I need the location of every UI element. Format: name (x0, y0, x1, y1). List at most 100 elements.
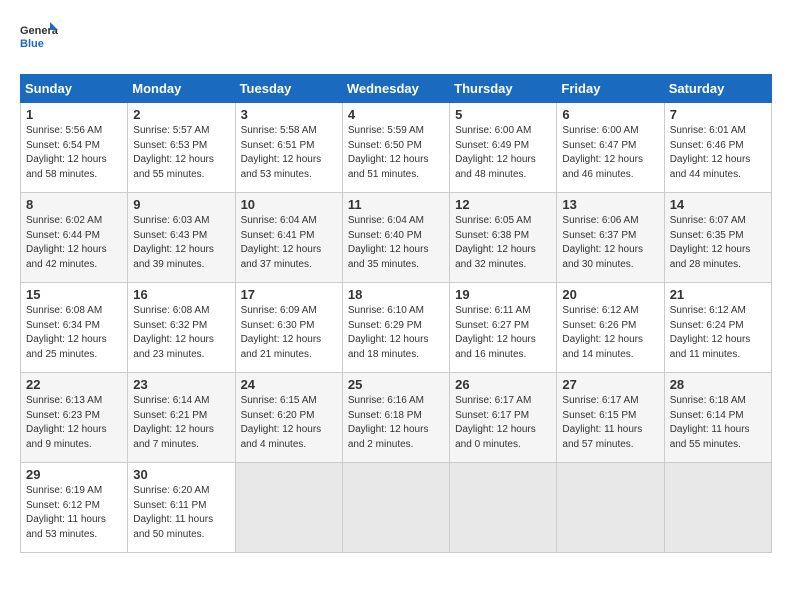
cell-content: Sunrise: 5:57 AMSunset: 6:53 PMDaylight:… (133, 124, 229, 182)
calendar-cell: 14 Sunrise: 6:07 AMSunset: 6:35 PMDaylig… (664, 193, 771, 283)
day-number: 19 (455, 287, 551, 302)
col-header-thursday: Thursday (450, 75, 557, 103)
day-number: 22 (26, 377, 122, 392)
day-number: 3 (241, 107, 337, 122)
day-number: 25 (348, 377, 444, 392)
cell-content: Sunrise: 5:56 AMSunset: 6:54 PMDaylight:… (26, 124, 122, 182)
calendar-week-5: 29 Sunrise: 6:19 AMSunset: 6:12 PMDaylig… (21, 463, 772, 553)
day-number: 16 (133, 287, 229, 302)
col-header-saturday: Saturday (664, 75, 771, 103)
cell-content: Sunrise: 6:17 AMSunset: 6:17 PMDaylight:… (455, 394, 551, 452)
cell-content: Sunrise: 6:20 AMSunset: 6:11 PMDaylight:… (133, 484, 229, 542)
calendar-cell: 2 Sunrise: 5:57 AMSunset: 6:53 PMDayligh… (128, 103, 235, 193)
calendar-table: SundayMondayTuesdayWednesdayThursdayFrid… (20, 74, 772, 553)
calendar-cell: 23 Sunrise: 6:14 AMSunset: 6:21 PMDaylig… (128, 373, 235, 463)
cell-content: Sunrise: 6:18 AMSunset: 6:14 PMDaylight:… (670, 394, 766, 452)
cell-content: Sunrise: 6:03 AMSunset: 6:43 PMDaylight:… (133, 214, 229, 272)
logo-svg: General Blue (20, 20, 58, 58)
day-number: 21 (670, 287, 766, 302)
day-number: 7 (670, 107, 766, 122)
calendar-cell: 3 Sunrise: 5:58 AMSunset: 6:51 PMDayligh… (235, 103, 342, 193)
calendar-cell: 13 Sunrise: 6:06 AMSunset: 6:37 PMDaylig… (557, 193, 664, 283)
col-header-wednesday: Wednesday (342, 75, 449, 103)
calendar-cell: 24 Sunrise: 6:15 AMSunset: 6:20 PMDaylig… (235, 373, 342, 463)
calendar-cell (235, 463, 342, 553)
col-header-sunday: Sunday (21, 75, 128, 103)
day-number: 17 (241, 287, 337, 302)
day-number: 18 (348, 287, 444, 302)
cell-content: Sunrise: 5:59 AMSunset: 6:50 PMDaylight:… (348, 124, 444, 182)
cell-content: Sunrise: 6:04 AMSunset: 6:40 PMDaylight:… (348, 214, 444, 272)
cell-content: Sunrise: 6:16 AMSunset: 6:18 PMDaylight:… (348, 394, 444, 452)
cell-content: Sunrise: 6:10 AMSunset: 6:29 PMDaylight:… (348, 304, 444, 362)
day-number: 5 (455, 107, 551, 122)
day-number: 11 (348, 197, 444, 212)
calendar-cell: 12 Sunrise: 6:05 AMSunset: 6:38 PMDaylig… (450, 193, 557, 283)
calendar-cell: 26 Sunrise: 6:17 AMSunset: 6:17 PMDaylig… (450, 373, 557, 463)
calendar-cell: 18 Sunrise: 6:10 AMSunset: 6:29 PMDaylig… (342, 283, 449, 373)
calendar-cell: 21 Sunrise: 6:12 AMSunset: 6:24 PMDaylig… (664, 283, 771, 373)
cell-content: Sunrise: 6:06 AMSunset: 6:37 PMDaylight:… (562, 214, 658, 272)
cell-content: Sunrise: 6:08 AMSunset: 6:32 PMDaylight:… (133, 304, 229, 362)
page-header: General Blue (20, 20, 772, 58)
day-number: 15 (26, 287, 122, 302)
cell-content: Sunrise: 6:12 AMSunset: 6:24 PMDaylight:… (670, 304, 766, 362)
cell-content: Sunrise: 6:15 AMSunset: 6:20 PMDaylight:… (241, 394, 337, 452)
col-header-friday: Friday (557, 75, 664, 103)
cell-content: Sunrise: 6:11 AMSunset: 6:27 PMDaylight:… (455, 304, 551, 362)
day-number: 30 (133, 467, 229, 482)
cell-content: Sunrise: 6:07 AMSunset: 6:35 PMDaylight:… (670, 214, 766, 272)
calendar-cell: 30 Sunrise: 6:20 AMSunset: 6:11 PMDaylig… (128, 463, 235, 553)
day-number: 28 (670, 377, 766, 392)
day-number: 10 (241, 197, 337, 212)
calendar-cell: 11 Sunrise: 6:04 AMSunset: 6:40 PMDaylig… (342, 193, 449, 283)
calendar-cell: 16 Sunrise: 6:08 AMSunset: 6:32 PMDaylig… (128, 283, 235, 373)
cell-content: Sunrise: 6:04 AMSunset: 6:41 PMDaylight:… (241, 214, 337, 272)
calendar-cell: 8 Sunrise: 6:02 AMSunset: 6:44 PMDayligh… (21, 193, 128, 283)
cell-content: Sunrise: 6:17 AMSunset: 6:15 PMDaylight:… (562, 394, 658, 452)
calendar-cell: 27 Sunrise: 6:17 AMSunset: 6:15 PMDaylig… (557, 373, 664, 463)
cell-content: Sunrise: 6:14 AMSunset: 6:21 PMDaylight:… (133, 394, 229, 452)
calendar-week-4: 22 Sunrise: 6:13 AMSunset: 6:23 PMDaylig… (21, 373, 772, 463)
day-number: 6 (562, 107, 658, 122)
calendar-cell: 29 Sunrise: 6:19 AMSunset: 6:12 PMDaylig… (21, 463, 128, 553)
calendar-cell: 25 Sunrise: 6:16 AMSunset: 6:18 PMDaylig… (342, 373, 449, 463)
calendar-cell: 22 Sunrise: 6:13 AMSunset: 6:23 PMDaylig… (21, 373, 128, 463)
cell-content: Sunrise: 6:01 AMSunset: 6:46 PMDaylight:… (670, 124, 766, 182)
calendar-cell: 20 Sunrise: 6:12 AMSunset: 6:26 PMDaylig… (557, 283, 664, 373)
calendar-cell: 17 Sunrise: 6:09 AMSunset: 6:30 PMDaylig… (235, 283, 342, 373)
svg-text:Blue: Blue (20, 38, 44, 50)
calendar-cell: 28 Sunrise: 6:18 AMSunset: 6:14 PMDaylig… (664, 373, 771, 463)
calendar-cell: 6 Sunrise: 6:00 AMSunset: 6:47 PMDayligh… (557, 103, 664, 193)
day-number: 12 (455, 197, 551, 212)
day-number: 2 (133, 107, 229, 122)
day-number: 23 (133, 377, 229, 392)
cell-content: Sunrise: 6:00 AMSunset: 6:47 PMDaylight:… (562, 124, 658, 182)
col-header-tuesday: Tuesday (235, 75, 342, 103)
day-number: 4 (348, 107, 444, 122)
cell-content: Sunrise: 6:08 AMSunset: 6:34 PMDaylight:… (26, 304, 122, 362)
cell-content: Sunrise: 6:12 AMSunset: 6:26 PMDaylight:… (562, 304, 658, 362)
cell-content: Sunrise: 6:00 AMSunset: 6:49 PMDaylight:… (455, 124, 551, 182)
calendar-week-1: 1 Sunrise: 5:56 AMSunset: 6:54 PMDayligh… (21, 103, 772, 193)
cell-content: Sunrise: 5:58 AMSunset: 6:51 PMDaylight:… (241, 124, 337, 182)
calendar-cell (664, 463, 771, 553)
calendar-cell: 7 Sunrise: 6:01 AMSunset: 6:46 PMDayligh… (664, 103, 771, 193)
cell-content: Sunrise: 6:05 AMSunset: 6:38 PMDaylight:… (455, 214, 551, 272)
day-number: 26 (455, 377, 551, 392)
calendar-cell: 5 Sunrise: 6:00 AMSunset: 6:49 PMDayligh… (450, 103, 557, 193)
day-number: 20 (562, 287, 658, 302)
calendar-week-2: 8 Sunrise: 6:02 AMSunset: 6:44 PMDayligh… (21, 193, 772, 283)
day-number: 14 (670, 197, 766, 212)
day-number: 27 (562, 377, 658, 392)
header-row: SundayMondayTuesdayWednesdayThursdayFrid… (21, 75, 772, 103)
day-number: 29 (26, 467, 122, 482)
day-number: 8 (26, 197, 122, 212)
calendar-cell (557, 463, 664, 553)
calendar-cell: 15 Sunrise: 6:08 AMSunset: 6:34 PMDaylig… (21, 283, 128, 373)
calendar-week-3: 15 Sunrise: 6:08 AMSunset: 6:34 PMDaylig… (21, 283, 772, 373)
calendar-cell: 4 Sunrise: 5:59 AMSunset: 6:50 PMDayligh… (342, 103, 449, 193)
logo: General Blue (20, 20, 58, 58)
day-number: 24 (241, 377, 337, 392)
calendar-cell: 9 Sunrise: 6:03 AMSunset: 6:43 PMDayligh… (128, 193, 235, 283)
